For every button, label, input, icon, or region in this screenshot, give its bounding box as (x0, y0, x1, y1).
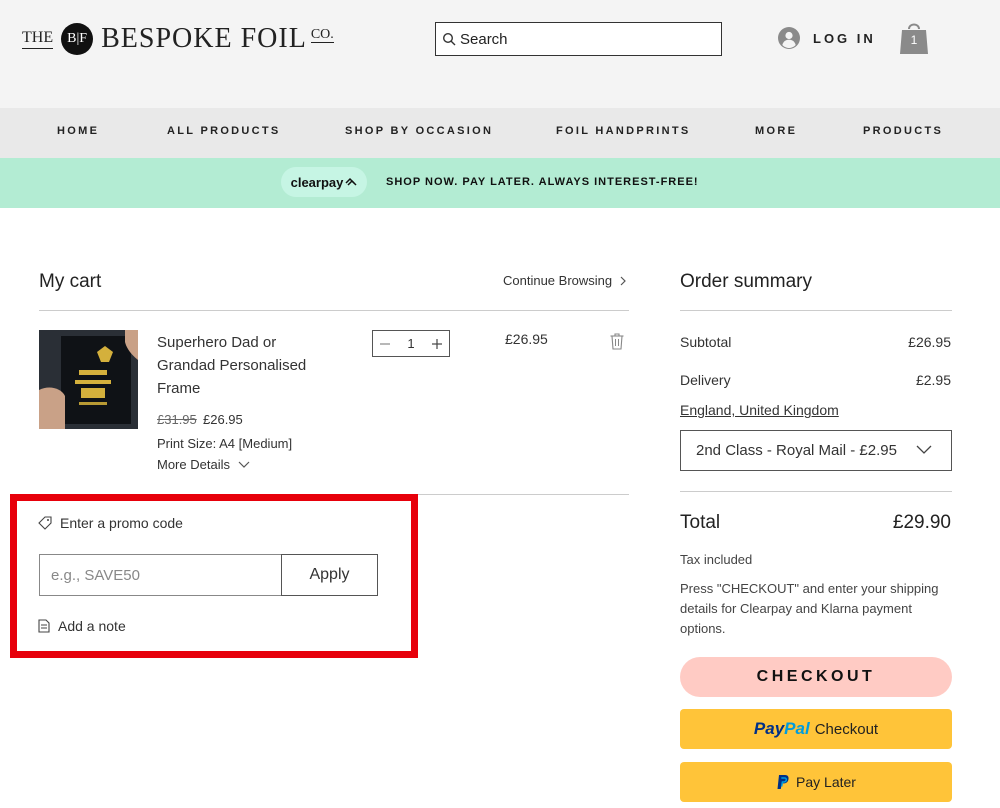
banner-text: SHOP NOW. PAY LATER. ALWAYS INTEREST-FRE… (386, 176, 699, 188)
site-header: THE B|F BESPOKE FOIL CO. LOG IN 1 (0, 0, 1000, 108)
product-image[interactable] (39, 330, 138, 429)
add-note-label: Add a note (58, 618, 126, 634)
login-button[interactable]: LOG IN (778, 27, 876, 49)
pay-later-label: Pay Later (796, 774, 856, 790)
add-note-toggle[interactable]: Add a note (38, 618, 126, 634)
product-option: Print Size: A4 [Medium] (157, 436, 293, 451)
product-thumbnail-art (39, 330, 138, 429)
nav-item-home[interactable]: HOME (57, 125, 99, 137)
total-label: Total (680, 512, 721, 533)
price-original: £31.95 (157, 412, 197, 427)
checkout-note: Press "CHECKOUT" and enter your shipping… (680, 581, 939, 636)
nav-item-all-products[interactable]: ALL PRODUCTS (167, 125, 281, 137)
paypal-pay-later-button[interactable]: Pay Later (680, 762, 952, 802)
shipping-method-select[interactable]: 2nd Class - Royal Mail - £2.95 (680, 430, 952, 471)
logo-monogram: B|F (61, 23, 94, 55)
logo-name: BESPOKE FOIL (101, 23, 307, 54)
shipping-method-value: 2nd Class - Royal Mail - £2.95 (696, 442, 897, 459)
paypal-checkout-label: Checkout (814, 720, 879, 738)
chevron-right-icon (620, 276, 626, 285)
nav-item-products[interactable]: PRODUCTS (863, 125, 943, 137)
paypal-checkout-button[interactable]: Pay Pal Checkout (680, 709, 952, 749)
minus-icon[interactable] (379, 338, 391, 350)
summary-divider-bottom (680, 491, 952, 492)
logo-co: CO. (310, 27, 334, 43)
nav-item-foil-handprints[interactable]: FOIL HANDPRINTS (556, 125, 691, 137)
login-label: LOG IN (813, 30, 876, 46)
checkout-button[interactable]: CHECKOUT (680, 657, 952, 697)
plus-icon[interactable] (431, 338, 443, 350)
total-value: £29.90 (892, 512, 951, 533)
search-bar[interactable] (435, 22, 722, 56)
user-avatar-icon (778, 27, 800, 49)
apply-promo-button[interactable]: Apply (281, 554, 378, 596)
promo-toggle-label: Enter a promo code (60, 515, 183, 531)
clearpay-banner: clearpay SHOP NOW. PAY LATER. ALWAYS INT… (0, 158, 1000, 208)
quantity-value[interactable]: 1 (407, 336, 414, 351)
paypal-logo-pay: Pay (753, 719, 785, 738)
delivery-label: Delivery (680, 372, 731, 388)
more-details-toggle[interactable]: More Details (157, 457, 250, 472)
paypal-icon (777, 775, 789, 789)
more-details-label: More Details (157, 457, 230, 472)
tax-note: Tax included (680, 552, 753, 567)
continue-browsing-link[interactable]: Continue Browsing (503, 273, 627, 288)
delivery-location-link[interactable]: England, United Kingdom (680, 402, 839, 418)
clearpay-label: clearpay (290, 174, 344, 190)
clearpay-arrows-icon (345, 177, 357, 186)
paypal-logo-pal: Pal (784, 719, 810, 738)
cart-divider-top (39, 310, 629, 311)
cart-count-badge: 1 (910, 33, 918, 47)
cart-title: My cart (39, 271, 102, 292)
product-name[interactable]: Superhero Dad or Grandad Personalised Fr… (157, 331, 327, 400)
continue-browsing-label: Continue Browsing (503, 273, 613, 288)
summary-title: Order summary (680, 271, 812, 292)
main-nav: HOME ALL PRODUCTS SHOP BY OCCASION FOIL … (0, 108, 1000, 158)
nav-item-shop-by-occasion[interactable]: SHOP BY OCCASION (345, 125, 493, 137)
delivery-value: £2.95 (915, 372, 951, 388)
search-input[interactable] (460, 30, 700, 48)
note-icon (38, 619, 50, 633)
clearpay-logo: clearpay (281, 167, 367, 197)
tag-icon (38, 516, 52, 530)
chevron-down-icon (916, 445, 932, 454)
price-sale: £26.95 (203, 412, 243, 427)
subtotal-value: £26.95 (908, 334, 951, 350)
line-total: £26.95 (505, 331, 548, 347)
site-logo[interactable]: THE B|F BESPOKE FOIL CO. (22, 22, 334, 56)
promo-code-toggle[interactable]: Enter a promo code (38, 515, 183, 531)
trash-icon[interactable] (610, 333, 624, 350)
logo-the: THE (22, 29, 54, 49)
quantity-stepper[interactable]: 1 (372, 330, 450, 357)
promo-code-input[interactable] (39, 554, 282, 596)
summary-divider-top (680, 310, 952, 311)
search-icon (442, 32, 456, 46)
chevron-down-icon (238, 461, 250, 468)
nav-item-more[interactable]: MORE (755, 125, 797, 137)
subtotal-label: Subtotal (680, 334, 732, 350)
